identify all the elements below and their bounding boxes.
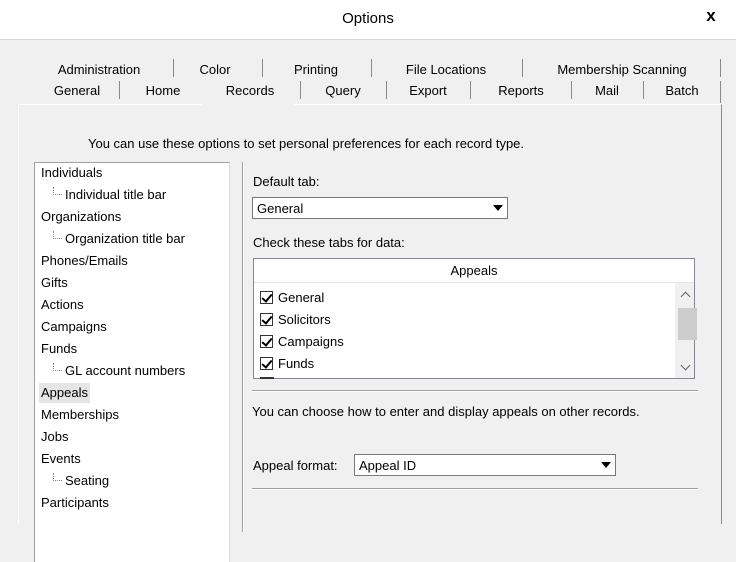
list-header[interactable]: Appeals (254, 259, 694, 283)
tree-item-individual-title-bar[interactable]: Individual title bar (53, 185, 166, 205)
tab-separator (386, 81, 387, 99)
tree-connector-icon (53, 187, 62, 195)
tree-item-appeals[interactable]: Appeals (39, 383, 90, 403)
intro-text: You can use these options to set persona… (88, 136, 525, 151)
chevron-up-icon (680, 291, 690, 301)
tree-item-participants[interactable]: Participants (41, 493, 109, 513)
scroll-down-button[interactable] (675, 356, 695, 378)
tree-item-actions[interactable]: Actions (41, 295, 84, 315)
solicitors-checkbox[interactable] (260, 312, 273, 326)
list-item-general[interactable]: General (260, 286, 324, 308)
tree-item-memberships[interactable]: Memberships (41, 405, 119, 425)
appeal-format-label: Appeal format: (253, 458, 338, 473)
tab-mail[interactable]: Mail (576, 77, 638, 103)
window-title: Options (342, 10, 394, 27)
tree-item-events[interactable]: Events (41, 449, 81, 469)
tree-item-organization-title-bar[interactable]: Organization title bar (53, 229, 185, 249)
tab-separator (720, 59, 721, 77)
default-tab-dropdown[interactable]: General (252, 197, 508, 219)
tab-batch[interactable]: Batch (648, 77, 716, 103)
active-tab-indicator (202, 101, 294, 107)
tab-query[interactable]: Query (306, 77, 380, 103)
scroll-up-button[interactable] (675, 283, 695, 305)
tab-home[interactable]: Home (126, 77, 200, 103)
tree-item-jobs[interactable]: Jobs (41, 427, 68, 447)
list-item-funds[interactable]: Funds (260, 352, 314, 374)
appeal-format-description: You can choose how to enter and display … (252, 404, 640, 419)
tab-records[interactable]: Records (206, 77, 294, 103)
tree-connector-icon (53, 231, 62, 239)
tree-item-seating[interactable]: Seating (53, 471, 109, 491)
next-checkbox-partial (260, 377, 274, 379)
tab-separator (522, 59, 523, 77)
tree-item-funds[interactable]: Funds (41, 339, 77, 359)
tree-item-individuals[interactable]: Individuals (41, 163, 102, 183)
tab-general[interactable]: General (36, 77, 118, 103)
tab-separator (643, 81, 644, 99)
chevron-down-icon (680, 360, 690, 370)
tabs-checklist[interactable]: Appeals General Solicitors Campaigns Fun… (253, 258, 697, 379)
campaigns-checkbox[interactable] (260, 334, 273, 348)
title-bar: Options x (0, 0, 736, 40)
funds-checkbox[interactable] (260, 356, 273, 370)
list-scrollbar[interactable] (674, 283, 697, 378)
close-icon: x (706, 6, 716, 25)
appeal-format-dropdown[interactable]: Appeal ID (354, 454, 616, 476)
tab-separator (262, 59, 263, 77)
dropdown-arrow-icon (493, 205, 503, 211)
tab-separator (119, 81, 120, 99)
tree-item-gl-account-numbers[interactable]: GL account numbers (53, 361, 185, 381)
tab-separator (300, 81, 301, 99)
group-box-border (242, 162, 244, 532)
tab-separator (470, 81, 471, 99)
tree-item-gifts[interactable]: Gifts (41, 273, 68, 293)
section-divider (252, 390, 698, 392)
tab-reports[interactable]: Reports (476, 77, 566, 103)
default-tab-value: General (257, 201, 304, 216)
tree-connector-icon (53, 363, 62, 371)
options-dialog: Administration Color Printing File Locat… (0, 40, 736, 562)
dropdown-arrow-icon (601, 462, 611, 468)
section-divider (252, 488, 698, 490)
list-item-solicitors[interactable]: Solicitors (260, 308, 331, 330)
close-button[interactable]: x (688, 0, 734, 32)
scroll-thumb[interactable] (678, 308, 697, 340)
tree-item-phones-emails[interactable]: Phones/Emails (41, 251, 128, 271)
tab-separator (173, 59, 174, 77)
default-tab-label: Default tab: (253, 174, 320, 189)
appeal-format-value: Appeal ID (359, 458, 417, 473)
check-tabs-label: Check these tabs for data: (253, 235, 405, 250)
tree-connector-icon (53, 473, 62, 481)
tree-item-campaigns[interactable]: Campaigns (41, 317, 107, 337)
tab-separator (571, 81, 572, 99)
tree-item-organizations[interactable]: Organizations (41, 207, 121, 227)
tab-separator (371, 59, 372, 77)
list-item-campaigns[interactable]: Campaigns (260, 330, 344, 352)
tab-separator (720, 81, 721, 103)
record-type-tree[interactable]: Individuals Individual title bar Organiz… (34, 162, 230, 562)
general-checkbox[interactable] (260, 290, 273, 304)
tab-export[interactable]: Export (392, 77, 464, 103)
